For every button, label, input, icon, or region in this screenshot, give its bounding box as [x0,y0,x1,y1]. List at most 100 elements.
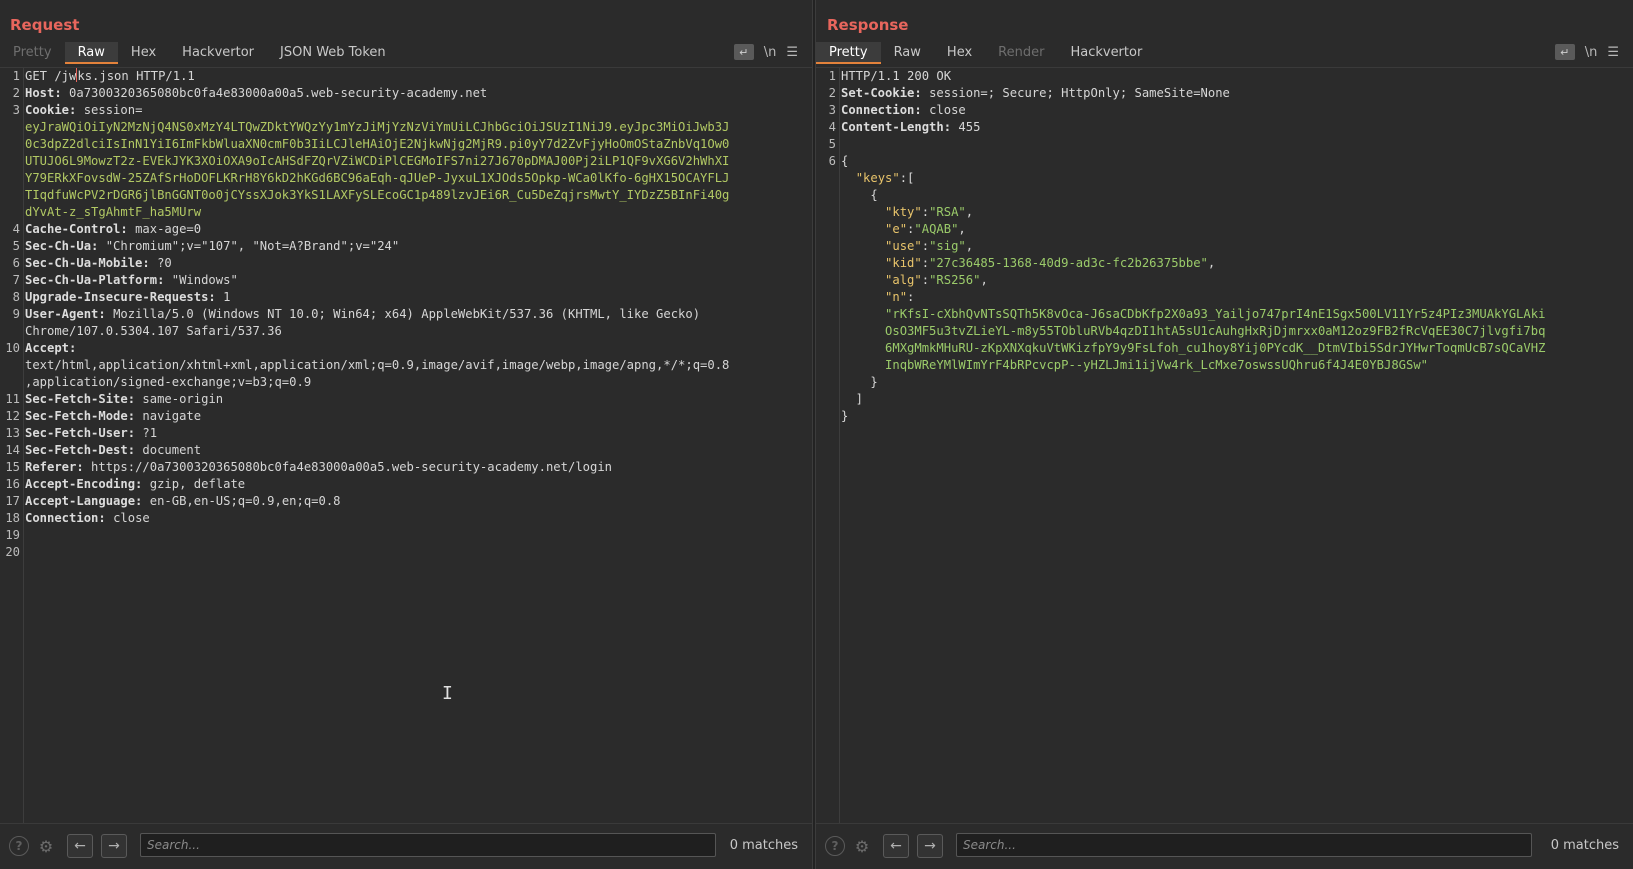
request-tab-raw[interactable]: Raw [64,42,118,64]
menu-icon[interactable]: ☰ [786,43,798,61]
line-text: Sec-Fetch-Dest: document [25,442,201,459]
response-tab-hex[interactable]: Hex [934,42,985,64]
previous-match-button[interactable]: ← [67,834,93,858]
code-token: same-origin [142,392,224,406]
help-icon[interactable]: ? [9,836,29,856]
line-text: Connection: close [841,102,966,119]
code-token: : [921,205,930,219]
newline-toggle[interactable]: \n [1585,43,1598,61]
wrap-lines-icon[interactable]: ↵ [1554,44,1575,60]
code-token: "keys" [855,171,900,185]
line-number: 16 [5,477,20,491]
request-tab-hackvertor[interactable]: Hackvertor [169,42,267,64]
line-number: 4 [828,120,836,134]
code-token: ?0 [157,256,172,270]
code-line: UTUJO6L9MowzT2z-EVEkJYK3XOiOXA9oIcAHSdFZ… [0,153,802,170]
wrap-lines-icon[interactable]: ↵ [733,44,754,60]
line-text: Sec-Ch-Ua-Mobile: ?0 [25,255,172,272]
request-editor[interactable]: 1 GET /jwks.json HTTP/1.1 2 Host: 0a7300320… [0,67,812,824]
line-text: 6MXgMmkMHuRU-zKpXNXqkuVtWKizfpY9y9FsLfoh… [841,340,1545,357]
response-tab-pretty[interactable]: Pretty [816,42,881,64]
response-editor[interactable]: 1 HTTP/1.1 200 OK 2 Set-Cookie: session=; S… [816,67,1633,824]
line-text: GET /jwks.json HTTP/1.1 [25,68,195,85]
code-token: Content-Length: [841,120,959,134]
line-text: } [841,374,878,391]
line-text: TIqdfuWcPV2rDGR6jlBnGGNT0o0jCYssXJok3YkS… [25,187,729,204]
line-text: "rKfsI-cXbhQvNTsSQTh5K8vOca-J6saCDbKfp2X… [841,306,1545,323]
line-text: InqbWReYMlWImYrF4bRPcvcpP--yHZLJmi1ijVw4… [841,357,1428,374]
code-token: "27c36485-1368-40d9-ad3c-fc2b26375bbe" [929,256,1208,270]
line-text: "kid":"27c36485-1368-40d9-ad3c-fc2b26375… [841,255,1215,272]
line-number: 17 [5,494,20,508]
line-text: Sec-Ch-Ua-Platform: "Windows" [25,272,238,289]
request-tab-hex[interactable]: Hex [118,42,169,64]
response-tab-hackvertor[interactable]: Hackvertor [1057,42,1155,64]
code-token: Cache-Control: [25,222,136,236]
code-line: "use":"sig", [816,238,1623,255]
line-text: Cookie: session= [25,102,142,119]
code-token: "use" [885,239,922,253]
gear-icon[interactable]: ⚙ [36,836,56,856]
code-line: Chrome/107.0.5304.107 Safari/537.36 [0,323,802,340]
code-line: 0c3dpZ2dlciIsInN1YiI6ImFkbWluaXN0cmF0b3I… [0,136,802,153]
help-icon[interactable]: ? [825,836,845,856]
request-pane: Request Pretty Raw Hex Hackvertor JSON W… [0,0,812,869]
code-line: 1 GET /jwks.json HTTP/1.1 [0,68,802,85]
code-token: "Chromium";v="107", "Not=A?Brand";v="24" [105,239,400,253]
code-line: 4 Cache-Control: max-age=0 [0,221,802,238]
next-match-button[interactable]: → [101,834,127,858]
line-text: ,application/signed-exchange;v=b3;q=0.9 [25,374,311,391]
response-tab-render[interactable]: Render [985,42,1057,64]
arrow-right-icon: → [924,838,936,854]
code-line: "rKfsI-cXbhQvNTsSQTh5K8vOca-J6saCDbKfp2X… [816,306,1623,323]
code-line: 6{ [816,153,1623,170]
previous-match-button[interactable]: ← [883,834,909,858]
code-token: InqbWReYMlWImYrF4bRPcvcpP--yHZLJmi1ijVw4… [885,358,1429,372]
line-text: Cache-Control: max-age=0 [25,221,201,238]
code-token: OsO3MF5u3tvZLieYL-m8y55TObluRVb4qzDI1htA… [885,324,1546,338]
line-number: 5 [828,137,836,151]
gear-icon[interactable]: ⚙ [852,836,872,856]
request-tab-json-web-token[interactable]: JSON Web Token [267,42,399,64]
response-search-input[interactable] [956,833,1532,857]
request-tab-pretty[interactable]: Pretty [0,42,65,64]
line-text: Chrome/107.0.5304.107 Safari/537.36 [25,323,282,340]
line-text: UTUJO6L9MowzT2z-EVEkJYK3XOiOXA9oIcAHSdFZ… [25,153,729,170]
line-text: } [841,408,848,425]
code-token: max-age=0 [135,222,202,236]
response-pane: Response Pretty Raw Hex Render Hackverto… [816,0,1633,869]
code-line: "kty":"RSA", [816,204,1623,221]
menu-icon[interactable]: ☰ [1607,43,1619,61]
code-token: : [921,239,930,253]
next-match-button[interactable]: → [917,834,943,858]
code-token: { [841,154,849,168]
line-number: 4 [12,222,20,236]
code-token: document [142,443,202,457]
request-search-input[interactable] [140,833,716,857]
line-text: Sec-Ch-Ua: "Chromium";v="107", "Not=A?Br… [25,238,399,255]
code-token: Mozilla/5.0 (Windows NT 10.0; Win64; x64… [113,307,701,321]
code-token: Sec-Fetch-Dest: [25,443,143,457]
code-token: "rKfsI-cXbhQvNTsSQTh5K8vOca-J6saCDbKfp2X… [885,307,1546,321]
code-line: "kid":"27c36485-1368-40d9-ad3c-fc2b26375… [816,255,1623,272]
code-token: en-GB,en-US;q=0.9,en;q=0.8 [149,494,341,508]
code-token: ?1 [142,426,158,440]
code-token: Referer: [25,460,92,474]
code-token: Sec-Fetch-User: [25,426,143,440]
code-token: "n" [885,290,908,304]
code-token: } [841,375,878,389]
line-text: Sec-Fetch-Mode: navigate [25,408,201,425]
code-token: , [965,239,974,253]
code-token: session=; Secure; HttpOnly; SameSite=Non… [929,86,1230,100]
newline-toggle[interactable]: \n [764,43,777,61]
code-token: text/html,application/xhtml+xml,applicat… [25,358,730,372]
response-tab-raw[interactable]: Raw [881,42,934,64]
code-line: } [816,408,1623,425]
code-token: close [113,511,150,525]
line-number: 1 [12,69,20,83]
arrow-right-icon: → [108,838,120,854]
code-token: "alg" [885,273,922,287]
